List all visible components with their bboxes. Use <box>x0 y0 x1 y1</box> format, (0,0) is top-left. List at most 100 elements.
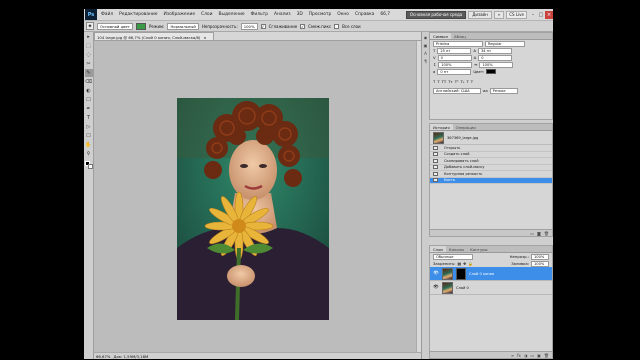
mode-select[interactable]: Нормальный <box>167 22 199 30</box>
font-size-field[interactable]: 25 пт <box>437 47 472 54</box>
pattern-swatch[interactable] <box>135 22 146 30</box>
allcaps-icon[interactable]: TT <box>442 79 447 84</box>
color-swatches[interactable] <box>84 161 93 170</box>
paragraph-icon[interactable]: ¶ <box>423 58 429 64</box>
baseline-field[interactable]: 0 пт <box>437 68 472 75</box>
dodge-tool-icon[interactable]: ◐ <box>85 87 93 95</box>
canvas-area[interactable] <box>94 41 416 352</box>
eraser-tool-icon[interactable]: ⌫ <box>85 78 93 86</box>
lock-pixels-icon[interactable]: ▦ <box>457 261 461 266</box>
lock-all-icon[interactable]: 🔒 <box>468 261 473 266</box>
font-style-select[interactable]: Regular <box>485 40 525 47</box>
menu-layer[interactable]: Слои <box>198 12 215 17</box>
move-tool-icon[interactable]: ▸ <box>85 33 93 41</box>
history-item-selected[interactable]: Кисть <box>430 177 552 184</box>
menu-3d[interactable]: 3D <box>294 12 306 17</box>
add-mask-icon[interactable]: ◑ <box>524 353 528 358</box>
leading-field[interactable]: 34 пт <box>477 47 512 54</box>
close-tab-icon[interactable]: × <box>203 35 206 40</box>
text-color-swatch[interactable] <box>486 69 497 74</box>
hand-tool-icon[interactable]: ✋ <box>85 141 93 149</box>
tab-character[interactable]: Символ <box>430 33 451 39</box>
gradient-tool-icon[interactable]: ☐ <box>85 96 93 104</box>
italic-icon[interactable]: T <box>437 79 439 84</box>
collapsed-panel-strip: ◉ ▣ A ¶ <box>421 32 429 359</box>
menu-edit[interactable]: Редактирование <box>116 12 160 17</box>
cs-live-button[interactable]: CS Live <box>506 10 527 19</box>
new-document-icon[interactable]: ▭ <box>530 231 534 236</box>
tab-channels[interactable]: Каналы <box>446 246 467 252</box>
smallcaps-icon[interactable]: Tт <box>448 79 453 84</box>
layer-opacity-field[interactable]: 100% <box>531 253 549 260</box>
tab-history[interactable]: История <box>430 124 453 130</box>
lasso-tool-icon[interactable]: ◌ <box>85 51 93 59</box>
zoom-level[interactable]: 66,7 <box>377 12 393 17</box>
menu-select[interactable]: Выделение <box>215 12 247 17</box>
history-snapshot[interactable]: 367369_large.jpg <box>430 131 552 145</box>
minimize-icon[interactable]: – <box>529 11 537 19</box>
subscript-icon[interactable]: T₁ <box>461 79 465 84</box>
workspace-more-button[interactable]: » <box>493 10 505 19</box>
navigator-icon[interactable]: ◉ <box>423 34 429 40</box>
tracking-field[interactable]: 0 <box>478 54 513 61</box>
contiguous-checkbox[interactable]: ✓ <box>300 23 306 29</box>
lock-move-icon[interactable]: ✥ <box>463 261 466 266</box>
vertical-scale-field[interactable]: 100% <box>438 61 473 68</box>
superscript-icon[interactable]: T¹ <box>455 79 459 84</box>
language-select[interactable]: Английский: США <box>433 87 481 94</box>
type-tool-icon[interactable]: T <box>85 114 93 122</box>
menu-window[interactable]: Окно <box>334 12 352 17</box>
marquee-tool-icon[interactable]: ⬚ <box>85 42 93 50</box>
background-color[interactable] <box>87 164 93 169</box>
tab-layers[interactable]: Слои <box>430 246 446 252</box>
eye-icon[interactable]: 👁 <box>433 271 439 277</box>
character-icon[interactable]: A <box>423 50 429 56</box>
pen-tool-icon[interactable]: ✒ <box>85 105 93 113</box>
swatches-icon[interactable]: ▣ <box>423 42 429 48</box>
layer-row[interactable]: 👁 Слой 0 <box>430 281 552 295</box>
opacity-field[interactable]: 100% <box>240 22 258 30</box>
layer-row-selected[interactable]: 👁 Слой 0 копия <box>430 267 552 281</box>
kerning-field[interactable]: 0 <box>437 54 472 61</box>
layer-fill-field[interactable]: 100% <box>531 260 549 267</box>
workspace-essentials-button[interactable]: Основная рабочая среда <box>405 10 467 19</box>
zoom-tool-icon[interactable]: ⚲ <box>85 150 93 158</box>
workspace-design-button[interactable]: Дизайн <box>468 10 492 19</box>
new-layer-icon[interactable]: ▣ <box>537 353 541 358</box>
underline-icon[interactable]: T <box>466 79 468 84</box>
menu-analysis[interactable]: Анализ <box>271 12 294 17</box>
menu-view[interactable]: Просмотр <box>306 12 335 17</box>
menu-file[interactable]: Файл <box>98 12 116 17</box>
status-zoom[interactable]: 66,67% <box>96 354 110 359</box>
menu-filter[interactable]: Фильтр <box>248 12 271 17</box>
blend-mode-select[interactable]: Обычные <box>433 253 473 260</box>
close-icon[interactable]: × <box>545 10 553 19</box>
eye-icon[interactable]: 👁 <box>433 285 439 291</box>
delete-layer-icon[interactable]: 🗑 <box>544 353 549 358</box>
strike-icon[interactable]: T <box>471 79 473 84</box>
link-layers-icon[interactable]: ∞ <box>511 353 514 358</box>
bucket-tool-icon[interactable]: ◈ <box>86 22 94 30</box>
menu-help[interactable]: Справка <box>352 12 377 17</box>
layer-style-icon[interactable]: fx <box>517 353 521 358</box>
crop-tool-icon[interactable]: ✂ <box>85 60 93 68</box>
font-family-select[interactable]: Pristina <box>433 40 483 47</box>
maximize-icon[interactable]: □ <box>537 11 545 19</box>
horizontal-scale-field[interactable]: 100% <box>479 61 514 68</box>
anti-alias-select[interactable]: Резкое <box>489 87 518 94</box>
all-layers-checkbox[interactable] <box>334 23 340 29</box>
shape-tool-icon[interactable]: ☐ <box>85 132 93 140</box>
tab-paragraph[interactable]: Абзац <box>451 33 469 39</box>
brush-tool-icon[interactable]: ✎ <box>84 69 93 77</box>
fill-source-select[interactable]: Основной цвет <box>97 22 133 30</box>
anti-alias-checkbox[interactable]: ✓ <box>260 23 266 29</box>
menu-image[interactable]: Изображение <box>160 12 198 17</box>
layer-mask-thumbnail[interactable] <box>456 267 466 280</box>
adjustment-layer-icon[interactable]: ▭ <box>530 353 534 358</box>
path-select-tool-icon[interactable]: ▷ <box>85 123 93 131</box>
bold-icon[interactable]: T <box>433 79 435 84</box>
trash-icon[interactable]: 🗑 <box>544 231 549 236</box>
tab-actions[interactable]: Операции <box>453 124 479 130</box>
snapshot-icon[interactable]: ◙ <box>537 231 541 236</box>
tab-paths[interactable]: Контуры <box>467 246 490 252</box>
